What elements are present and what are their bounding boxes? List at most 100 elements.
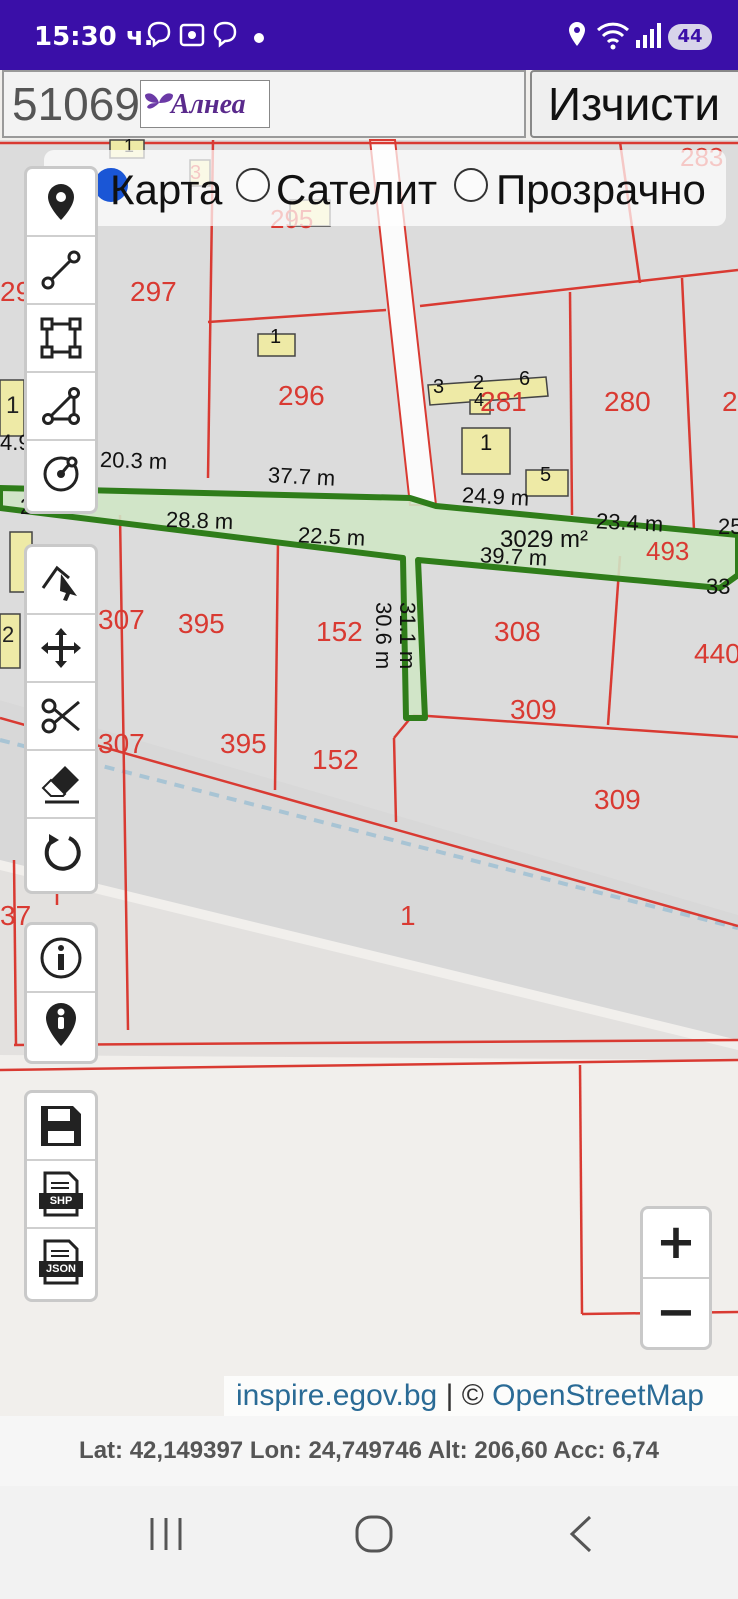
circle-icon <box>43 456 79 492</box>
measurement-label: 28.8 m <box>165 506 234 535</box>
zoom-out-button[interactable]: − <box>643 1279 709 1347</box>
building-label: 2 <box>2 622 15 647</box>
map-attribution: inspire.egov.bg | © OpenStreetMap <box>224 1376 738 1416</box>
inspire-link[interactable]: inspire.egov.bg <box>236 1379 437 1412</box>
parcel-label: 152 <box>316 616 363 647</box>
alnea-logo: Алнеа <box>140 80 270 128</box>
triangle-icon <box>42 387 80 425</box>
measurement-label: 31.1 m <box>395 602 420 670</box>
polygon-tool[interactable] <box>27 305 95 373</box>
back-button[interactable] <box>566 1514 596 1554</box>
zoom-control: + − <box>640 1206 712 1350</box>
parcel-label: 440 <box>694 638 738 669</box>
measurement-label: 25 <box>718 514 738 539</box>
parcel-label: 395 <box>220 728 267 759</box>
save-tool[interactable] <box>27 1093 95 1161</box>
screenshot-icon <box>179 23 205 47</box>
shp-label: SHP <box>49 1195 73 1207</box>
recent-apps-button[interactable] <box>146 1514 186 1554</box>
triangle-tool[interactable] <box>27 373 95 441</box>
my-location-tool[interactable] <box>27 993 95 1059</box>
line-icon <box>41 250 81 290</box>
edit-toolbar <box>24 544 98 894</box>
layer-selector: Карта Сателит Прозрачно <box>44 150 726 226</box>
parcel-label: 152 <box>312 744 359 775</box>
info-tool[interactable] <box>27 925 95 993</box>
parcel-label: 395 <box>178 608 225 639</box>
json-export-tool[interactable]: JSON <box>27 1229 95 1295</box>
cut-tool[interactable] <box>27 683 95 751</box>
measurement-label: 33 <box>706 574 731 599</box>
move-tool[interactable] <box>27 615 95 683</box>
map-view[interactable]: 283 295 297 29 296 281 280 2 1 493 307 3… <box>0 70 738 1415</box>
eraser-icon <box>41 766 79 804</box>
rotate-tool[interactable] <box>27 819 95 885</box>
draw-toolbar <box>24 166 98 514</box>
measurement-label: 23.4 m <box>595 508 664 537</box>
measurement-label: 30.6 m <box>371 602 396 670</box>
save-icon <box>41 1106 81 1146</box>
status-bar: 15:30 ч. 44 <box>0 0 738 70</box>
measurement-label: 20.3 m <box>99 446 168 475</box>
parcel-label: 307 <box>98 604 145 635</box>
info-icon <box>40 937 82 979</box>
location-icon <box>569 22 585 46</box>
measurement-label: 37.7 m <box>267 462 336 491</box>
wifi-icon <box>596 22 630 50</box>
radio-transparent[interactable] <box>454 168 488 202</box>
shp-export-icon: SHP <box>39 1171 83 1217</box>
circle-tool[interactable] <box>27 441 95 507</box>
info-toolbar <box>24 922 98 1064</box>
building-label: 4 <box>474 390 485 410</box>
battery-icon: 44 <box>668 24 712 50</box>
edit-vertex-tool[interactable] <box>27 547 95 615</box>
json-export-icon: JSON <box>39 1239 83 1285</box>
attribution-separator: | © <box>437 1379 493 1412</box>
status-time: 15:30 ч. <box>34 22 154 52</box>
logo-text: Алнеа <box>171 89 246 120</box>
area-label: 3029 m² <box>500 526 589 553</box>
parcel-label: 1 <box>400 900 416 931</box>
building-label: 1 <box>270 326 282 348</box>
json-label: JSON <box>46 1263 76 1275</box>
parcel-label: 2 <box>722 386 738 417</box>
building-label: 1 <box>6 392 20 419</box>
parcel-label: 307 <box>98 728 145 759</box>
layer-label-map[interactable]: Карта <box>110 166 222 214</box>
building-label: 5 <box>540 464 552 486</box>
parcel-label: 308 <box>494 616 541 647</box>
parcel-label: 493 <box>646 536 690 566</box>
parcel-label: 280 <box>604 386 651 417</box>
shp-export-tool[interactable]: SHP <box>27 1161 95 1229</box>
polygon-icon <box>40 317 82 359</box>
layer-label-satellite[interactable]: Сателит <box>276 166 437 214</box>
dot-icon <box>254 33 264 43</box>
edit-vertex-icon <box>41 565 77 601</box>
zoom-in-button[interactable]: + <box>643 1209 709 1279</box>
measurement-label: 24.9 m <box>461 482 530 511</box>
building-label: 1 <box>480 430 493 455</box>
signal-icon <box>636 23 661 48</box>
home-button[interactable] <box>354 1514 394 1554</box>
export-toolbar: SHP JSON <box>24 1090 98 1302</box>
parcel-label: 296 <box>278 380 325 411</box>
viber-icon <box>147 21 171 48</box>
marker-tool[interactable] <box>27 169 95 237</box>
eraser-tool[interactable] <box>27 751 95 819</box>
move-icon <box>41 628 81 668</box>
marker-icon <box>48 184 74 220</box>
parcel-label: 297 <box>130 276 177 307</box>
clear-button[interactable]: Изчисти <box>530 70 738 138</box>
viber-icon <box>213 21 237 48</box>
line-tool[interactable] <box>27 237 95 305</box>
building-label: 3 <box>433 376 445 398</box>
scissors-icon <box>41 698 80 734</box>
building-label: 6 <box>519 368 531 390</box>
parcel-label: 309 <box>594 784 641 815</box>
parcel-label: 309 <box>510 694 557 725</box>
radio-satellite[interactable] <box>236 168 270 202</box>
osm-link[interactable]: OpenStreetMap <box>492 1379 704 1412</box>
rotate-icon <box>44 834 81 871</box>
layer-label-transparent[interactable]: Прозрачно <box>496 166 706 214</box>
search-bar: Алнеа Изчисти <box>0 70 738 140</box>
